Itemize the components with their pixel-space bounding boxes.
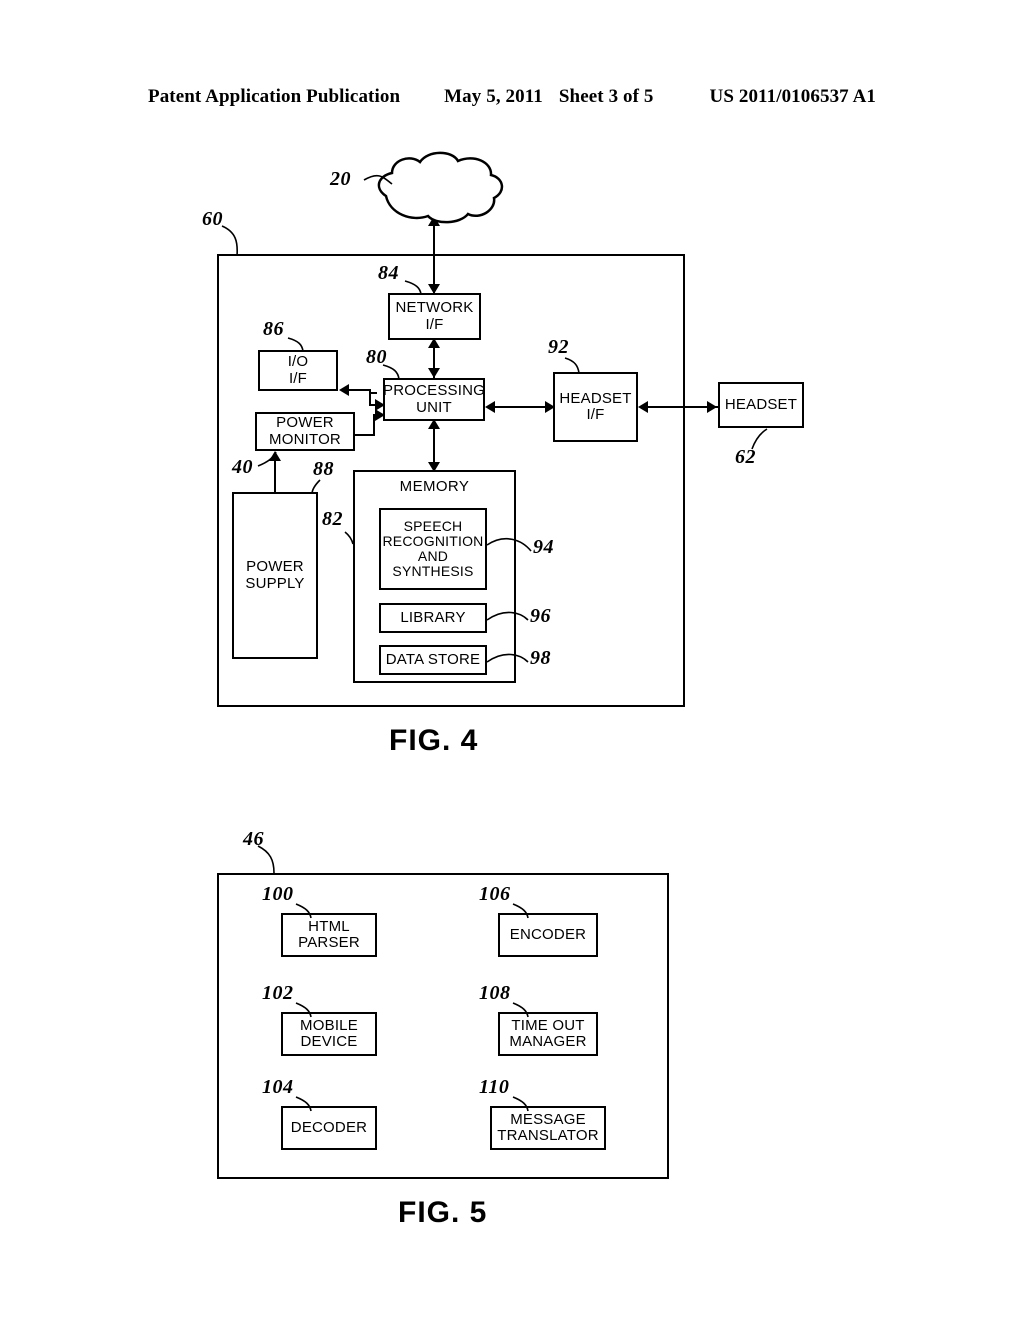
conn-ps-to-pm bbox=[274, 458, 276, 494]
headset-box: HEADSET bbox=[718, 382, 804, 428]
html-parser-label: HTML PARSER bbox=[298, 917, 360, 951]
ref-86: 86 bbox=[263, 318, 284, 340]
html-parser-box: HTML PARSER bbox=[281, 913, 377, 957]
ref-94: 94 bbox=[533, 536, 554, 558]
figure-4-caption: FIG. 4 bbox=[389, 724, 479, 757]
processing-unit-label: PROCESSING UNIT bbox=[382, 382, 486, 416]
arrowhead-pu-right-left bbox=[485, 401, 495, 413]
io-if-box: I/O I/F bbox=[258, 350, 338, 391]
speech-recognition-box: SPEECH RECOGNITION AND SYNTHESIS bbox=[379, 508, 487, 590]
ref-108: 108 bbox=[479, 982, 511, 1004]
decoder-label: DECODER bbox=[290, 1118, 368, 1136]
network-cloud-label: NETWORK bbox=[403, 186, 489, 203]
data-store-label: DATA STORE bbox=[385, 650, 481, 668]
ref-92: 92 bbox=[548, 336, 569, 358]
ref-100: 100 bbox=[262, 883, 294, 905]
conn-pu-io-seg-top bbox=[347, 389, 371, 391]
conn-pu-io-seg-stub bbox=[369, 392, 377, 394]
arrowhead-memory-down bbox=[428, 462, 440, 472]
time-out-manager-box: TIME OUT MANAGER bbox=[498, 1012, 598, 1056]
header-date: May 5, 2011 bbox=[444, 86, 543, 107]
ref-82: 82 bbox=[322, 508, 343, 530]
ref-80: 80 bbox=[366, 346, 387, 368]
header-sheet: Sheet 3 of 5 bbox=[558, 86, 654, 107]
header-publication: Patent Application Publication bbox=[148, 86, 401, 107]
arrowhead-network-up bbox=[428, 216, 440, 226]
ref-20: 20 bbox=[330, 168, 351, 190]
arrowhead-networkif-down bbox=[428, 284, 440, 294]
data-store-box: DATA STORE bbox=[379, 645, 487, 675]
power-monitor-box: POWER MONITOR bbox=[255, 412, 355, 451]
decoder-box: DECODER bbox=[281, 1106, 377, 1150]
arrowhead-pu-left-lower bbox=[375, 409, 385, 421]
ref-46: 46 bbox=[243, 828, 264, 850]
ref-62: 62 bbox=[735, 446, 756, 468]
network-if-box: NETWORK I/F bbox=[388, 293, 481, 340]
arrowhead-io-if-left bbox=[339, 384, 349, 396]
arrowhead-pu-top-down bbox=[428, 368, 440, 378]
ref-88: 88 bbox=[313, 458, 334, 480]
library-box: LIBRARY bbox=[379, 603, 487, 633]
headset-if-box: HEADSET I/F bbox=[553, 372, 638, 442]
arrowhead-headsetif-right bbox=[545, 401, 555, 413]
figure-5-caption: FIG. 5 bbox=[398, 1196, 488, 1229]
ref-102: 102 bbox=[262, 982, 294, 1004]
header-patent-number: US 2011/0106537 A1 bbox=[709, 86, 876, 107]
arrowhead-networkif-up bbox=[428, 338, 440, 348]
encoder-label: ENCODER bbox=[509, 925, 587, 943]
encoder-box: ENCODER bbox=[498, 913, 598, 957]
processing-unit-box: PROCESSING UNIT bbox=[383, 378, 485, 421]
power-monitor-label: POWER MONITOR bbox=[269, 414, 341, 448]
headset-label: HEADSET bbox=[724, 395, 798, 413]
power-supply-label: POWER SUPPLY bbox=[245, 558, 305, 592]
network-if-label: NETWORK I/F bbox=[395, 299, 474, 333]
ref-96: 96 bbox=[530, 605, 551, 627]
power-supply-box: POWER SUPPLY bbox=[232, 492, 318, 659]
headset-if-label: HEADSET I/F bbox=[559, 389, 632, 423]
io-if-label: I/O I/F bbox=[287, 353, 309, 387]
ref-84: 84 bbox=[378, 262, 399, 284]
ref-110: 110 bbox=[479, 1076, 510, 1098]
mobile-device-label: MOBILE DEVICE bbox=[300, 1016, 358, 1050]
arrowhead-headsetif-left bbox=[638, 401, 648, 413]
ref-98: 98 bbox=[530, 647, 551, 669]
arrowhead-headset-right bbox=[707, 401, 717, 413]
ref-60: 60 bbox=[202, 208, 223, 230]
ref-104: 104 bbox=[262, 1076, 294, 1098]
speech-recognition-label: SPEECH RECOGNITION AND SYNTHESIS bbox=[382, 517, 484, 580]
time-out-manager-label: TIME OUT MANAGER bbox=[509, 1016, 587, 1050]
arrowhead-pm-bottom-up bbox=[269, 451, 281, 461]
ref-106: 106 bbox=[479, 883, 511, 905]
message-translator-label: MESSAGE TRANSLATOR bbox=[497, 1110, 599, 1144]
mobile-device-box: MOBILE DEVICE bbox=[281, 1012, 377, 1056]
arrowhead-pu-bottom-up bbox=[428, 419, 440, 429]
ref-40: 40 bbox=[232, 456, 253, 478]
library-label: LIBRARY bbox=[400, 608, 466, 626]
memory-label: MEMORY bbox=[399, 478, 470, 495]
message-translator-box: MESSAGE TRANSLATOR bbox=[490, 1106, 606, 1150]
conn-pm-pu-seg-h bbox=[355, 434, 375, 436]
page-header: Patent Application Publication May 5, 20… bbox=[0, 86, 1024, 108]
